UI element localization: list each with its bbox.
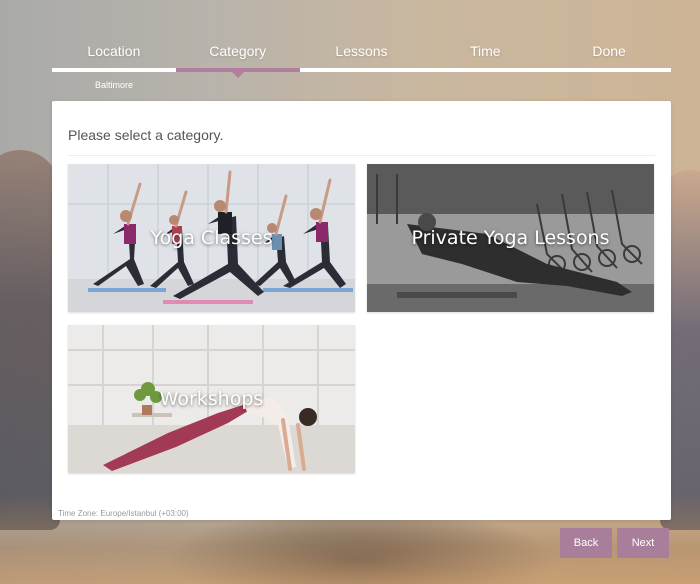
category-card-workshops[interactable]: Workshops bbox=[68, 325, 355, 473]
step-time[interactable]: Time bbox=[423, 38, 547, 64]
step-done[interactable]: Done bbox=[547, 38, 671, 64]
booking-steps: Location Category Lessons Time Done Balt… bbox=[52, 38, 671, 98]
step-category[interactable]: Category bbox=[176, 38, 300, 64]
category-label: Yoga Classes bbox=[150, 227, 273, 249]
back-button[interactable]: Back bbox=[560, 528, 612, 558]
panel-divider bbox=[68, 155, 655, 156]
category-label: Private Yoga Lessons bbox=[411, 227, 610, 249]
category-panel: Please select a category. Yoga Classes P… bbox=[52, 101, 671, 520]
active-step-pointer bbox=[232, 72, 244, 78]
step-lessons[interactable]: Lessons bbox=[300, 38, 424, 64]
category-card-private-yoga-lessons[interactable]: Private Yoga Lessons bbox=[367, 164, 654, 312]
background-person-left bbox=[0, 150, 60, 530]
step-progress-bar bbox=[52, 68, 671, 78]
timezone-label: Time Zone: Europe/Istanbul (+03:00) bbox=[58, 509, 189, 518]
panel-title: Please select a category. bbox=[68, 127, 224, 143]
category-label: Workshops bbox=[159, 388, 264, 410]
next-button[interactable]: Next bbox=[617, 528, 669, 558]
category-card-yoga-classes[interactable]: Yoga Classes bbox=[68, 164, 355, 312]
selected-location: Baltimore bbox=[94, 80, 133, 90]
step-location[interactable]: Location bbox=[52, 38, 176, 64]
step-labels: Location Category Lessons Time Done bbox=[52, 38, 671, 64]
